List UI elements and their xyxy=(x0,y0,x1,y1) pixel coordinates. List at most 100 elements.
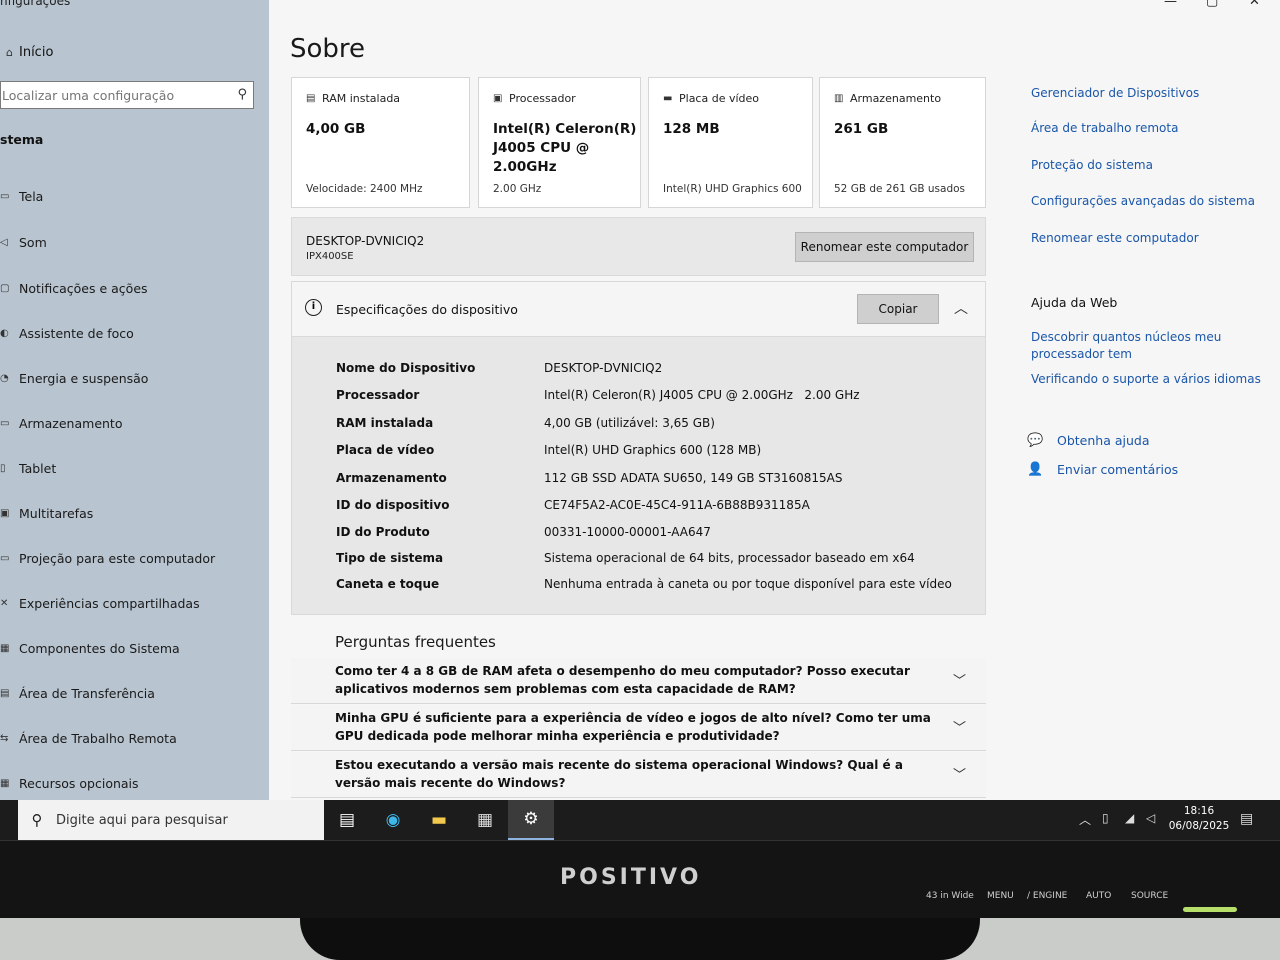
sidebar-item-energia[interactable]: ◔ Energia e suspensão xyxy=(0,367,148,389)
card-sub: Velocidade: 2400 MHz xyxy=(306,183,423,195)
link-language-help[interactable]: Verificando o suporte a vários idiomas xyxy=(1031,371,1261,388)
sidebar-item-som[interactable]: ◁ Som xyxy=(0,231,47,253)
spec-value: Intel(R) UHD Graphics 600 (128 MB) xyxy=(544,443,762,457)
spec-key: RAM instalada xyxy=(336,416,434,430)
close-icon[interactable]: ✕ xyxy=(1249,0,1260,9)
card-header: ▬ Placa de vídeo xyxy=(663,92,759,105)
battery-icon[interactable]: ▯ xyxy=(1102,811,1109,825)
spec-key: Placa de vídeo xyxy=(336,443,435,457)
sidebar-item-transferencia[interactable]: ▤ Área de Transferência xyxy=(0,682,155,704)
components-icon: ▦ xyxy=(0,642,10,654)
sidebar-item-notificacoes[interactable]: ▢ Notificações e ações xyxy=(0,277,148,299)
sidebar-item-foco[interactable]: ◐ Assistente de foco xyxy=(0,322,134,344)
link-cores-help[interactable]: Descobrir quantos núcleos meu processado… xyxy=(1031,329,1231,363)
feedback-icon: 👤 xyxy=(1027,462,1044,477)
faq-title: Perguntas frequentes xyxy=(335,633,496,651)
sidebar-item-armazenamento[interactable]: ▭ Armazenamento xyxy=(0,412,122,434)
sidebar-item-label: Energia e suspensão xyxy=(19,370,149,386)
card-header: ▥ Armazenamento xyxy=(834,92,941,105)
spec-value: 00331-10000-00001-AA647 xyxy=(544,525,711,539)
monitor-stand xyxy=(300,918,980,960)
chevron-down-icon[interactable]: ﹀ xyxy=(953,764,966,783)
tablet-icon: ▯ xyxy=(0,462,6,474)
spec-key: Caneta e toque xyxy=(336,577,440,591)
rename-computer-button[interactable]: Renomear este computador xyxy=(795,232,974,262)
sidebar-item-tela[interactable]: ▭ Tela xyxy=(0,185,43,207)
clock-time: 18:16 xyxy=(1183,805,1215,817)
settings-search[interactable]: ⚲ xyxy=(0,81,254,109)
remote-icon: ⇆ xyxy=(0,732,9,744)
spec-row: Tipo de sistema Sistema operacional de 64… xyxy=(336,551,976,573)
get-help-link[interactable]: 💬 Obtenha ajuda xyxy=(1027,433,1150,448)
task-view-icon[interactable]: ▤ xyxy=(324,800,370,840)
feedback-link[interactable]: 👤 Enviar comentários xyxy=(1027,462,1178,477)
taskbar: ⚲ Digite aqui para pesquisar ▤ ◉ ▬ ▦ ⚙ ︿… xyxy=(0,800,1280,840)
settings-gear-icon[interactable]: ⚙ xyxy=(508,800,554,840)
chevron-down-icon[interactable]: ﹀ xyxy=(953,717,966,736)
sidebar-item-projecao[interactable]: ▭ Projeção para este computador xyxy=(0,547,215,569)
card-processor: ▣ Processador Intel(R) Celeron(R) J4005 C… xyxy=(478,77,641,208)
monitor-bezel: POSITIVO 43 in Wide MENU / ENGINE AUTO S… xyxy=(0,840,1280,918)
sidebar-item-experiencias[interactable]: ✕ Experiências compartilhadas xyxy=(0,592,200,614)
taskbar-search[interactable]: ⚲ Digite aqui para pesquisar xyxy=(18,800,324,840)
faq-item[interactable]: Como ter 4 a 8 GB de RAM afeta o desempe… xyxy=(291,658,986,704)
store-icon[interactable]: ▦ xyxy=(462,800,508,840)
chevron-up-icon[interactable]: ︿ xyxy=(1079,811,1091,828)
sidebar-item-tablet[interactable]: ▯ Tablet xyxy=(0,457,56,479)
spec-value: Sistema operacional de 64 bits, processa… xyxy=(544,551,915,565)
volume-icon[interactable]: ◁ xyxy=(1146,811,1155,825)
card-value: 128 MB xyxy=(663,121,720,137)
link-rename-computer[interactable]: Renomear este computador xyxy=(1031,230,1199,247)
card-header: ▣ Processador xyxy=(493,92,576,105)
spec-key: ID do dispositivo xyxy=(336,498,450,512)
file-explorer-icon[interactable]: ▬ xyxy=(416,800,462,840)
faq-item[interactable]: Minha GPU é suficiente para a experiênci… xyxy=(291,705,986,751)
link-device-manager[interactable]: Gerenciador de Dispositivos xyxy=(1031,85,1199,102)
chevron-down-icon[interactable]: ﹀ xyxy=(953,670,966,689)
sidebar-item-label: Projeção para este computador xyxy=(19,550,216,566)
device-name: DESKTOP-DVNICIQ2 xyxy=(306,234,425,248)
power-led xyxy=(1183,907,1237,912)
search-icon[interactable]: ⚲ xyxy=(237,87,247,102)
link-remote-desktop[interactable]: Área de trabalho remota xyxy=(1031,120,1178,137)
processor-icon: ▣ xyxy=(493,93,503,104)
link-advanced-settings[interactable]: Configurações avançadas do sistema xyxy=(1031,193,1255,210)
specs-header[interactable]: i Especificações do dispositivo Copiar ︿ xyxy=(292,282,985,337)
settings-search-input[interactable] xyxy=(2,87,227,103)
sidebar-item-componentes[interactable]: ▦ Componentes do Sistema xyxy=(0,637,180,659)
settings-sidebar: nfigurações ⌂ Início ⚲ stema ▭Tela ◁Som … xyxy=(0,0,269,800)
web-help-title: Ajuda da Web xyxy=(1031,295,1118,310)
sidebar-item-label: Experiências compartilhadas xyxy=(19,595,200,611)
copy-button[interactable]: Copiar xyxy=(857,294,939,324)
faq-item[interactable]: Estou executando a versão mais recente d… xyxy=(291,752,986,798)
monitor-button-menu: MENU xyxy=(987,891,1014,901)
page-title: Sobre xyxy=(290,34,366,64)
network-icon[interactable]: ◢ xyxy=(1125,811,1134,825)
optional-icon: ▦ xyxy=(0,777,10,789)
notification-icon: ▢ xyxy=(0,282,10,294)
multitask-icon: ▣ xyxy=(0,507,10,519)
minimize-icon[interactable]: — xyxy=(1164,0,1177,9)
taskbar-search-placeholder: Digite aqui para pesquisar xyxy=(56,812,228,828)
monitor-button-engine: / ENGINE xyxy=(1027,891,1068,901)
maximize-icon[interactable]: ▢ xyxy=(1206,0,1218,9)
monitor-brand: POSITIVO xyxy=(560,865,702,890)
card-value: 4,00 GB xyxy=(306,121,366,137)
action-center-icon[interactable]: ▤ xyxy=(1240,811,1253,827)
chevron-up-icon[interactable]: ︿ xyxy=(954,298,968,318)
device-name-bar: DESKTOP-DVNICIQ2 IPX400SE Renomear este … xyxy=(291,217,986,276)
spec-key: ID do Produto xyxy=(336,525,430,539)
card-label: Processador xyxy=(509,92,576,105)
card-sub: 2.00 GHz xyxy=(493,183,542,195)
sidebar-item-label: Área de Transferência xyxy=(19,685,155,701)
sidebar-item-label: Componentes do Sistema xyxy=(19,640,180,656)
sidebar-item-remota[interactable]: ⇆ Área de Trabalho Remota xyxy=(0,727,177,749)
link-system-protection[interactable]: Proteção do sistema xyxy=(1031,157,1153,174)
edge-icon[interactable]: ◉ xyxy=(370,800,416,840)
card-ram: ▤ RAM instalada 4,00 GB Velocidade: 2400 … xyxy=(291,77,470,208)
sidebar-item-recursos[interactable]: ▦ Recursos opcionais xyxy=(0,772,139,794)
taskbar-clock[interactable]: 18:16 06/08/2025 xyxy=(1168,804,1230,834)
spec-row: Caneta e toque Nenhuma entrada à caneta o… xyxy=(336,577,976,599)
sidebar-item-multitarefas[interactable]: ▣ Multitarefas xyxy=(0,502,93,524)
nav-home[interactable]: ⌂ Início xyxy=(0,40,53,64)
